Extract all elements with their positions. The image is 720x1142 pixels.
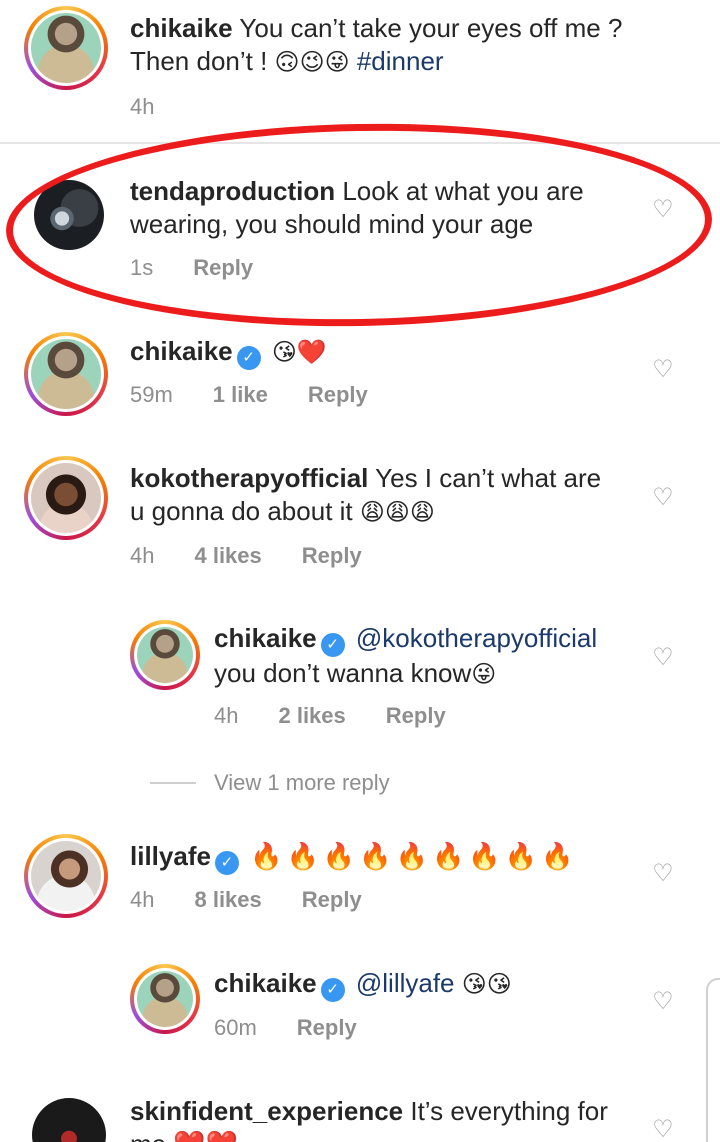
likes-count[interactable]: 2 likes [278, 703, 345, 729]
caption-emojis: 🙃😉😜 [274, 48, 350, 76]
divider [150, 782, 196, 784]
profile-photo [31, 841, 101, 911]
heart-outline-icon[interactable]: ♡ [650, 862, 676, 886]
verified-badge-icon: ✓ [236, 346, 261, 370]
commenter-avatar[interactable] [24, 332, 108, 416]
comment-meta: 4h 8 likes Reply [130, 887, 402, 913]
comment-username[interactable]: chikaike [130, 336, 233, 366]
caption-avatar[interactable] [24, 6, 108, 90]
profile-photo [32, 1098, 106, 1142]
reply-button[interactable]: Reply [308, 382, 368, 408]
likes-count[interactable]: 1 like [213, 382, 268, 408]
commenter-avatar[interactable] [32, 1098, 106, 1142]
profile-photo [137, 971, 193, 1027]
reply-button[interactable]: Reply [302, 887, 362, 913]
comment-text: kokotherapyofficial Yes I can’t what are… [130, 462, 630, 529]
profile-photo [31, 339, 101, 409]
comment-text: lillyafe ✓ 🔥🔥🔥🔥🔥🔥🔥🔥🔥 [130, 840, 650, 875]
comment-emojis: 😘❤️ [271, 338, 327, 366]
heart-outline-icon[interactable]: ♡ [650, 358, 676, 382]
comment-time: 59m [130, 382, 173, 407]
profile-photo [31, 13, 101, 83]
caption-text: chikaike You can’t take your eyes off me… [130, 12, 690, 79]
caption-meta: 4h [130, 94, 194, 120]
comment-username[interactable]: kokotherapyofficial [130, 463, 368, 493]
comment-time: 4h [130, 887, 155, 912]
post-caption: chikaike You can’t take your eyes off me… [0, 0, 720, 144]
view-more-replies[interactable]: View 1 more reply [150, 770, 390, 796]
heart-outline-icon[interactable]: ♡ [650, 646, 676, 670]
comment-username[interactable]: chikaike [214, 968, 317, 998]
scroll-edge[interactable] [706, 978, 720, 1142]
likes-count[interactable]: 4 likes [194, 543, 261, 569]
commenter-avatar[interactable] [24, 456, 108, 540]
profile-photo [137, 627, 193, 683]
comment-username[interactable]: skinfident_experience [130, 1096, 403, 1126]
reply-button[interactable]: Reply [302, 543, 362, 569]
caption-time: 4h [130, 94, 155, 119]
highlight-circle [4, 117, 714, 333]
comment-meta: 59m 1 like Reply [130, 382, 408, 408]
comment-emojis: 😘😘 [461, 970, 512, 998]
likes-count[interactable]: 8 likes [194, 887, 261, 913]
profile-photo [31, 463, 101, 533]
verified-badge-icon: ✓ [320, 633, 345, 657]
comment-time: 4h [214, 703, 239, 728]
comment-text: chikaike ✓ @kokotherapyofficial you don’t… [214, 622, 654, 691]
commenter-avatar[interactable] [130, 620, 200, 690]
caption-username[interactable]: chikaike [130, 13, 233, 43]
verified-badge-icon: ✓ [320, 978, 345, 1002]
comment-text: chikaike ✓ @lillyafe 😘😘 [214, 967, 654, 1002]
commenter-avatar[interactable] [24, 834, 108, 918]
comment-meta: 4h 2 likes Reply [214, 703, 486, 729]
comment-emojis: ❤️❤️ [173, 1130, 238, 1142]
comment-body-line2: u gonna do about it [130, 496, 353, 526]
verified-badge-icon: ✓ [214, 851, 239, 875]
heart-outline-icon[interactable]: ♡ [650, 486, 676, 510]
reply-button[interactable]: Reply [386, 703, 446, 729]
heart-outline-icon[interactable]: ♡ [650, 990, 676, 1014]
comment-meta: 4h 4 likes Reply [130, 543, 402, 569]
comment-username[interactable]: chikaike [214, 623, 317, 653]
comment-body-line2: me [130, 1129, 166, 1142]
comment-body-line2: you don’t wanna know [214, 658, 472, 688]
comment-body: Yes I can’t what are [375, 463, 602, 493]
comment-emojis: 😜 [471, 660, 497, 688]
reply-button[interactable]: Reply [297, 1015, 357, 1041]
comment-emojis: 😩😩😩 [359, 498, 435, 526]
comment-time: 4h [130, 543, 155, 568]
comment-emojis: 🔥🔥🔥🔥🔥🔥🔥🔥🔥 [250, 842, 578, 872]
view-more-label[interactable]: View 1 more reply [214, 770, 390, 796]
comment-meta: 60m Reply [214, 1015, 397, 1041]
caption-body: You can’t take your eyes off me ? [239, 13, 623, 43]
comment-username[interactable]: lillyafe [130, 841, 211, 871]
comment-time: 60m [214, 1015, 257, 1040]
comment-body: It’s everything for [410, 1096, 608, 1126]
caption-hashtag[interactable]: #dinner [357, 46, 444, 76]
comment-text: skinfident_experience It’s everything fo… [130, 1095, 650, 1142]
commenter-avatar[interactable] [130, 964, 200, 1034]
comment-text: chikaike ✓ 😘❤️ [130, 335, 630, 370]
comment-mention[interactable]: @kokotherapyofficial [356, 623, 597, 653]
heart-outline-icon[interactable]: ♡ [650, 1118, 676, 1142]
comment-mention[interactable]: @lillyafe [356, 968, 455, 998]
caption-body-line2: Then don’t ! [130, 46, 268, 76]
